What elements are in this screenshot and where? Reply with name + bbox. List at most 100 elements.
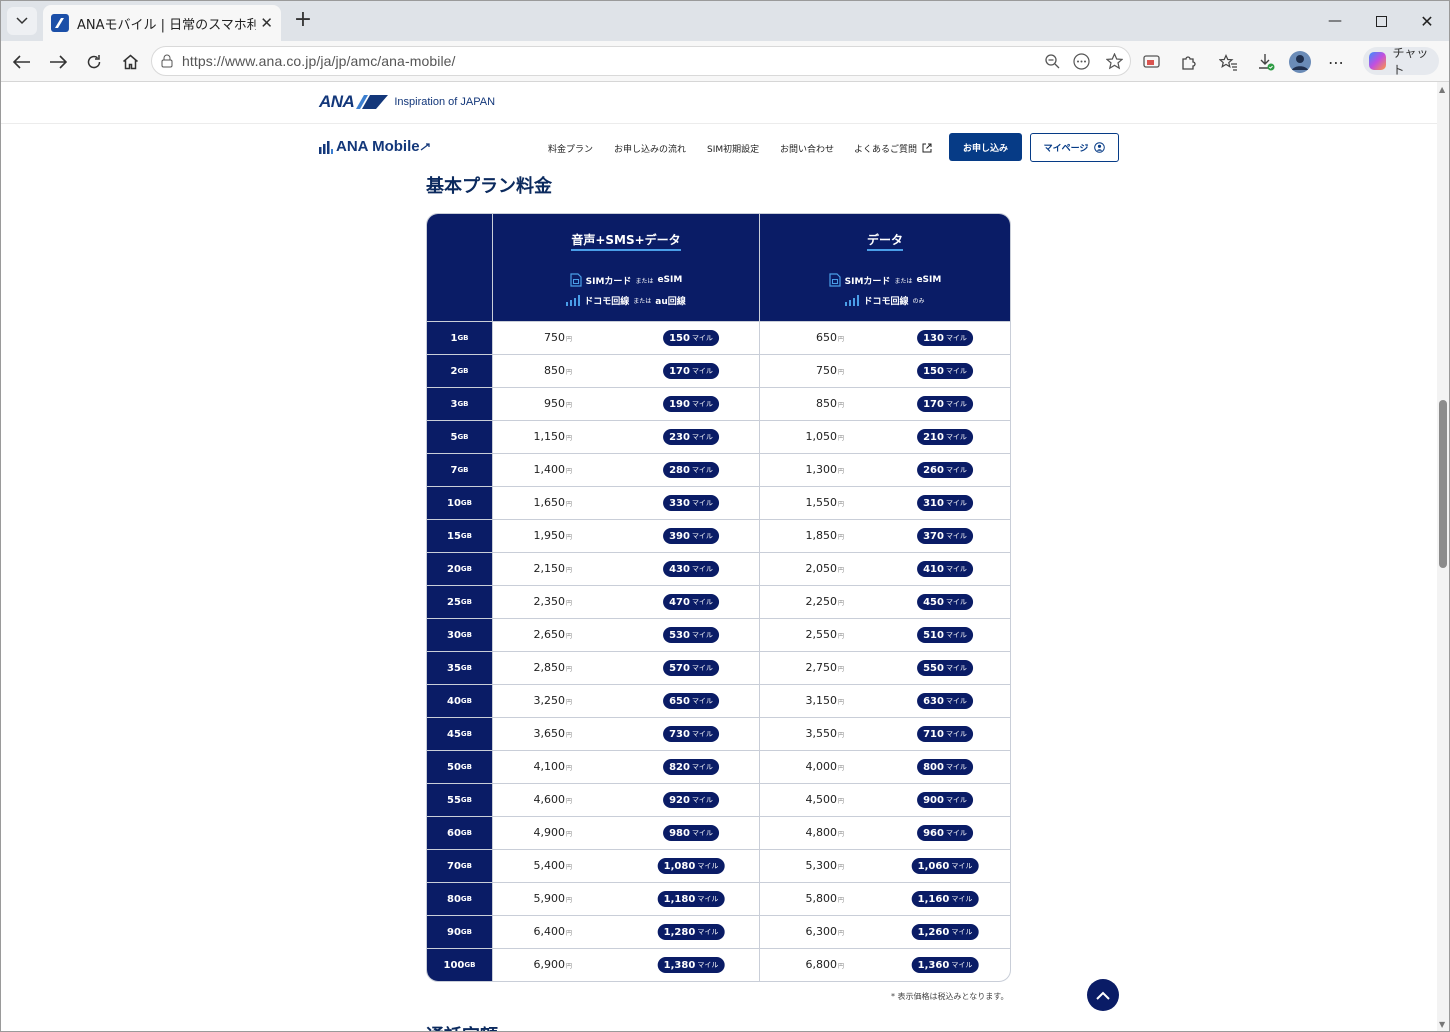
gb-label: 90 GB <box>427 916 493 948</box>
refresh-button[interactable] <box>81 49 107 75</box>
gb-unit: GB <box>460 928 472 936</box>
favorite-star-icon[interactable] <box>1106 53 1123 70</box>
nav-faq[interactable]: よくあるご質問 <box>854 142 932 155</box>
next-section-title: 通話定額 <box>426 1022 498 1031</box>
forward-button[interactable] <box>45 49 71 75</box>
gb-label: 45 GB <box>427 718 493 750</box>
mile-value: 510 <box>923 629 944 641</box>
mile-value: 190 <box>669 398 690 410</box>
browser-toolbar: https://www.ana.co.jp/ja/jp/amc/ana-mobi… <box>1 41 1449 82</box>
back-to-top-button[interactable] <box>1087 979 1119 1011</box>
extensions-button[interactable] <box>1175 49 1201 75</box>
downloads-button[interactable] <box>1253 49 1279 75</box>
copilot-chat-button[interactable]: チャット <box>1363 46 1439 77</box>
mile-unit: マイル <box>691 829 713 837</box>
yen-unit: 円 <box>565 600 572 607</box>
plan-esim-text: eSIM <box>657 275 683 285</box>
monthly-price: 1,650円 <box>533 496 572 509</box>
minimize-button[interactable]: — <box>1312 1 1358 41</box>
yen-unit: 円 <box>565 699 572 706</box>
gb-unit: GB <box>457 334 469 342</box>
table-row: 60 GB 4,900円 980 マイル 4,800円 960 マイル <box>427 816 1010 849</box>
mile-badge: 730 マイル <box>663 726 719 742</box>
monthly-price: 2,850円 <box>533 661 572 674</box>
settings-more-button[interactable]: ⋯ <box>1323 49 1349 75</box>
tab-actions-menu[interactable] <box>7 7 37 35</box>
nav-flow[interactable]: お申し込みの流れ <box>614 142 686 155</box>
data-plan-cell: 4,500円 900 マイル <box>760 784 1010 816</box>
mile-value: 710 <box>923 728 944 740</box>
mile-unit: マイル <box>691 433 713 441</box>
nav-sim-setup[interactable]: SIM初期設定 <box>707 142 759 155</box>
mile-value: 150 <box>669 332 690 344</box>
data-plan-cell: 2,050円 410 マイル <box>760 553 1010 585</box>
nav-pricing[interactable]: 料金プラン <box>548 142 593 155</box>
yen-unit: 円 <box>565 534 572 541</box>
signal-bars-icon <box>319 140 333 154</box>
table-row: 50 GB 4,100円 820 マイル 4,000円 800 マイル <box>427 750 1010 783</box>
profile-button[interactable] <box>1287 49 1313 75</box>
yen-unit: 円 <box>565 930 572 937</box>
mile-value: 730 <box>669 728 690 740</box>
gb-value: 7 <box>450 464 458 476</box>
immersive-reader-button[interactable] <box>1139 49 1165 75</box>
mypage-button[interactable]: マイページ <box>1030 133 1119 162</box>
table-row: 2 GB 850円 170 マイル 750円 150 マイル <box>427 354 1010 387</box>
monthly-price: 950円 <box>544 397 572 410</box>
nav-contact[interactable]: お問い合わせ <box>780 142 834 155</box>
maximize-button[interactable] <box>1358 1 1404 41</box>
mile-unit: マイル <box>945 730 967 738</box>
data-plan-cell: 3,550円 710 マイル <box>760 718 1010 750</box>
read-aloud-icon[interactable] <box>1073 53 1090 70</box>
price-value: 2,650 <box>533 628 565 641</box>
ana-mobile-logo[interactable]: ANA Mobile <box>319 138 430 155</box>
mile-value: 450 <box>923 596 944 608</box>
gb-value: 50 <box>446 761 461 773</box>
close-tab-icon[interactable]: ✕ <box>260 14 273 32</box>
mile-unit: マイル <box>945 664 967 672</box>
zoom-icon[interactable] <box>1045 54 1060 69</box>
ana-logo[interactable]: ANA Inspiration of JAPAN <box>319 92 495 112</box>
address-bar[interactable]: https://www.ana.co.jp/ja/jp/amc/ana-mobi… <box>151 46 1131 76</box>
new-tab-button[interactable]: + <box>291 9 315 33</box>
mile-value: 330 <box>669 497 690 509</box>
yen-unit: 円 <box>837 963 844 970</box>
mile-badge: 1,280 マイル <box>657 924 725 940</box>
yen-unit: 円 <box>565 402 572 409</box>
gb-value: 20 <box>446 563 461 575</box>
apply-button[interactable]: お申し込み <box>949 133 1022 161</box>
mile-badge: 370 マイル <box>917 528 973 544</box>
scrollbar-thumb[interactable] <box>1439 400 1447 568</box>
table-row: 45 GB 3,650円 730 マイル 3,550円 710 マイル <box>427 717 1010 750</box>
mile-badge: 630 マイル <box>917 693 973 709</box>
sim-card-icon <box>570 273 582 287</box>
scroll-up-arrow-icon[interactable]: ▲ <box>1439 85 1445 94</box>
yen-unit: 円 <box>837 699 844 706</box>
table-row: 30 GB 2,650円 530 マイル 2,550円 510 マイル <box>427 618 1010 651</box>
price-value: 4,500 <box>805 793 837 806</box>
voice-plan-cell: 4,900円 980 マイル <box>493 817 760 849</box>
monthly-price: 3,150円 <box>805 694 844 707</box>
plan-name: データ <box>866 233 903 251</box>
favorites-button[interactable] <box>1215 49 1241 75</box>
yen-unit: 円 <box>565 765 572 772</box>
scroll-down-arrow-icon[interactable]: ▼ <box>1439 1020 1445 1029</box>
plane-icon <box>420 142 430 151</box>
page-scrollbar[interactable]: ▲ ▼ <box>1437 82 1449 1031</box>
mile-unit: マイル <box>691 565 713 573</box>
home-button[interactable] <box>117 49 143 75</box>
mile-badge: 1,180 マイル <box>657 891 725 907</box>
mile-value: 570 <box>669 662 690 674</box>
mile-badge: 820 マイル <box>663 759 719 775</box>
price-value: 2,350 <box>533 595 565 608</box>
gb-unit: GB <box>460 631 472 639</box>
mile-value: 530 <box>669 629 690 641</box>
back-button[interactable] <box>9 49 35 75</box>
yen-unit: 円 <box>837 369 844 376</box>
browser-tab[interactable]: ANAモバイル | 日常のスマホ利用でマイ ✕ <box>43 5 281 41</box>
monthly-price: 750円 <box>544 331 572 344</box>
close-window-button[interactable]: ✕ <box>1404 1 1449 41</box>
download-icon <box>1259 54 1275 71</box>
table-row: 90 GB 6,400円 1,280 マイル 6,300円 1,260 マイル <box>427 915 1010 948</box>
mile-unit: マイル <box>697 961 719 969</box>
